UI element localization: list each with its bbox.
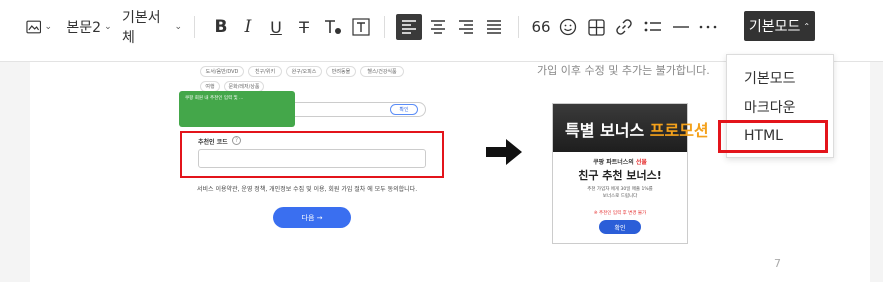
bullet-list-icon xyxy=(644,21,661,32)
align-left-icon xyxy=(402,20,416,34)
bold-icon: B xyxy=(214,17,228,37)
screenshot-confirm-button: 확인 xyxy=(390,104,418,115)
chevron-down-icon: ⌄ xyxy=(174,22,182,32)
banner-highlight: 프로모션 xyxy=(649,121,709,140)
underline-button[interactable]: U xyxy=(265,14,287,40)
text-box-icon xyxy=(352,18,370,36)
font-family-label: 기본서체 xyxy=(122,10,161,46)
chevron-down-icon: ⌄ xyxy=(44,22,52,32)
more-options-button[interactable] xyxy=(697,14,719,40)
editor-toolbar: ⌄ 본문2 ⌄ 기본서체 ⌄ B I U T 66 기본모드 ⌃ xyxy=(0,0,883,62)
more-icon xyxy=(699,25,717,29)
menu-item-markdown[interactable]: 마크다운 xyxy=(744,97,796,117)
bold-button[interactable]: B xyxy=(210,14,232,40)
editor-mode-label: 기본모드 xyxy=(748,19,801,35)
strikethrough-icon: T xyxy=(299,17,309,37)
category-chip: 완구/오피스 xyxy=(286,66,322,77)
referral-code-input xyxy=(198,149,426,168)
italic-button[interactable]: I xyxy=(237,14,259,40)
promo-banner-text: 특별 보너스 프로모션 xyxy=(565,117,709,141)
horizontal-line-icon xyxy=(673,26,689,28)
toolbar-divider xyxy=(194,16,195,38)
next-button: 다음 → xyxy=(273,207,351,228)
text-color-button[interactable] xyxy=(321,14,345,40)
page-number: 7 xyxy=(774,257,781,270)
banner-prefix: 특별 보너스 xyxy=(565,121,650,140)
category-chip: 친구/위키 xyxy=(248,66,282,77)
paragraph-style-dropdown[interactable]: 본문2 ⌄ xyxy=(66,14,112,40)
align-left-button[interactable] xyxy=(396,14,422,40)
quote-button[interactable]: 66 xyxy=(530,14,552,40)
underline-icon: U xyxy=(270,17,282,37)
link-icon xyxy=(616,19,632,35)
promo-title: 친구 추천 보너스! xyxy=(578,169,662,182)
toolbar-divider xyxy=(518,16,519,38)
promo-banner: 특별 보너스 프로모션 xyxy=(553,104,709,152)
category-chip: 도서/음반/DVD xyxy=(200,66,244,77)
category-chip: 반려동물 xyxy=(326,66,356,77)
image-icon xyxy=(26,20,42,34)
promo-subtitle: 쿠팡 파트너스의 선물 xyxy=(553,157,687,166)
list-button[interactable] xyxy=(641,14,665,40)
promo-confirm-button: 확인 xyxy=(599,220,641,234)
link-button[interactable] xyxy=(613,14,635,40)
promo-desc-line: 추천 가입자 에게 30일 매출 1%를 xyxy=(587,187,653,192)
font-family-dropdown[interactable]: 기본서체 ⌄ xyxy=(122,10,182,46)
html-highlight-box xyxy=(718,120,828,153)
editor-page: ⌄ 본문2 ⌄ 기본서체 ⌄ B I U T 66 기본모드 ⌃ 가입 이후 수… xyxy=(0,0,883,282)
text-background-button[interactable] xyxy=(350,14,372,40)
arrow-right-icon xyxy=(486,139,522,165)
chevron-up-icon: ⌃ xyxy=(803,21,811,31)
align-center-button[interactable] xyxy=(426,14,450,40)
align-justify-button[interactable] xyxy=(482,14,506,40)
table-icon xyxy=(587,18,605,36)
emoji-button[interactable] xyxy=(557,14,579,40)
help-icon: ? xyxy=(232,136,241,145)
promo-screenshot: 특별 보너스 프로모션 쿠팡 파트너스의 선물 친구 추천 보너스! 추천 가입… xyxy=(552,103,709,244)
table-button[interactable] xyxy=(585,14,607,40)
align-center-icon xyxy=(431,20,445,34)
text-color-icon xyxy=(325,20,341,34)
promo-desc-line: 보너스로 드립니다 xyxy=(602,194,638,199)
align-right-button[interactable] xyxy=(454,14,478,40)
chevron-down-icon: ⌄ xyxy=(104,22,112,32)
strikethrough-button[interactable]: T xyxy=(293,14,315,40)
editor-mode-button[interactable]: 기본모드 ⌃ xyxy=(744,11,815,41)
menu-item-basic-mode[interactable]: 기본모드 xyxy=(744,68,796,88)
image-insert-button[interactable]: ⌄ xyxy=(26,14,52,40)
promo-subtitle-highlight: 선물 xyxy=(635,159,647,166)
horizontal-rule-button[interactable] xyxy=(670,14,692,40)
smiley-icon xyxy=(559,18,577,36)
screenshot-tooltip: 쿠팡 회원 내 추천인 입력 및 ... xyxy=(179,91,295,127)
referral-code-label: 추천인 코드 xyxy=(198,139,228,146)
align-right-icon xyxy=(459,20,473,34)
align-justify-icon xyxy=(487,20,501,34)
paragraph-style-label: 본문2 xyxy=(66,20,102,36)
terms-text: 서비스 이용약관, 운영 정책, 개인정보 수집 및 이용, 회원 가입 절차 … xyxy=(197,186,418,193)
quote-icon: 66 xyxy=(531,18,551,36)
content-caption: 가입 이후 수정 및 추가는 불가합니다. xyxy=(537,64,710,77)
category-chip: 헬스/건강식품 xyxy=(360,66,404,77)
promo-description: 추천 가입자 에게 30일 매출 1%를 보너스로 드립니다 xyxy=(553,186,687,200)
italic-icon: I xyxy=(244,17,252,37)
promo-note: ※ 추천인 입력 후 변경 불가 xyxy=(593,211,647,216)
toolbar-divider xyxy=(384,16,385,38)
promo-subtitle-prefix: 쿠팡 파트너스의 xyxy=(593,159,636,166)
